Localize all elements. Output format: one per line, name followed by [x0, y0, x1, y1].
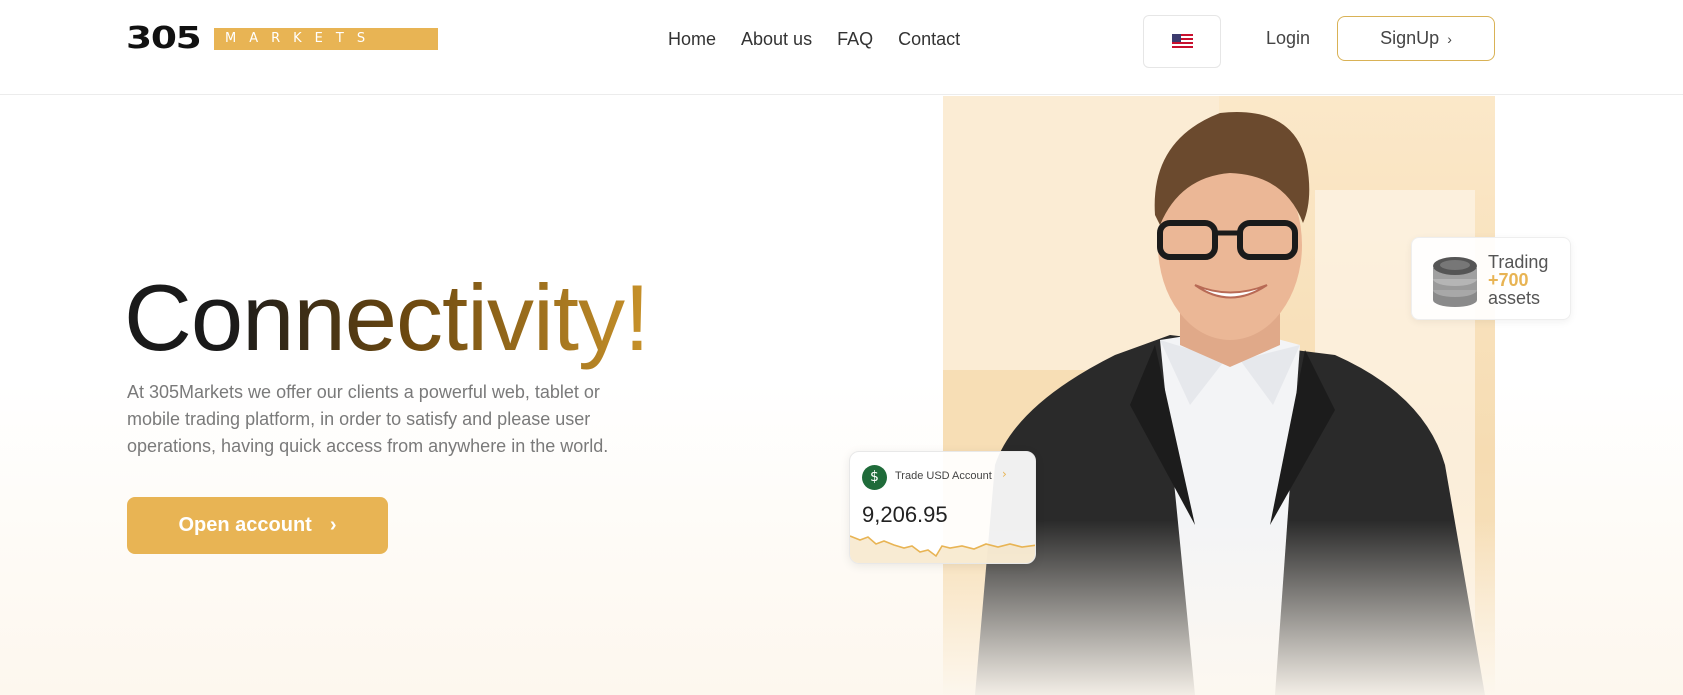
signup-button[interactable]: SignUp ›: [1337, 16, 1495, 61]
account-card: $ Trade USD Account › 9,206.95: [849, 451, 1036, 564]
open-account-button[interactable]: Open account ›: [127, 497, 388, 554]
account-label: Trade USD Account: [895, 470, 992, 482]
chevron-right-icon: ›: [1447, 30, 1452, 47]
chevron-right-icon[interactable]: ›: [1002, 467, 1007, 481]
language-selector[interactable]: [1143, 15, 1221, 68]
trading-line3: assets: [1488, 288, 1541, 308]
logo-number: 305: [126, 21, 202, 56]
trading-assets-card: Trading +700 assets: [1411, 237, 1571, 320]
signup-label: SignUp: [1380, 28, 1440, 48]
main-nav: Home About us FAQ Contact: [668, 27, 985, 51]
chevron-right-icon: ›: [329, 514, 337, 536]
trading-assets-text: Trading +700 assets: [1488, 253, 1548, 307]
hero-headline: Connectivity!: [124, 263, 650, 373]
logo-word: MARKETS: [214, 27, 438, 50]
hero-description: At 305Markets we offer our clients a pow…: [127, 382, 609, 456]
open-account-label: Open account: [178, 514, 312, 536]
nav-contact[interactable]: Contact: [898, 27, 960, 51]
account-sparkline: [850, 535, 1035, 563]
account-balance: 9,206.95: [862, 502, 948, 527]
trading-highlight: +700: [1488, 270, 1529, 290]
coin-stack-icon: [1433, 257, 1477, 307]
nav-faq[interactable]: FAQ: [837, 27, 873, 51]
login-link[interactable]: Login: [1266, 26, 1310, 50]
trading-line1: Trading: [1488, 252, 1549, 272]
us-flag-icon: [1171, 34, 1193, 49]
brand-logo[interactable]: 305 MARKETS: [126, 21, 438, 56]
nav-home[interactable]: Home: [668, 27, 716, 51]
header: 305 MARKETS Home About us FAQ Contact Lo…: [0, 0, 1683, 95]
nav-about[interactable]: About us: [741, 27, 812, 51]
dollar-icon: $: [862, 465, 887, 490]
